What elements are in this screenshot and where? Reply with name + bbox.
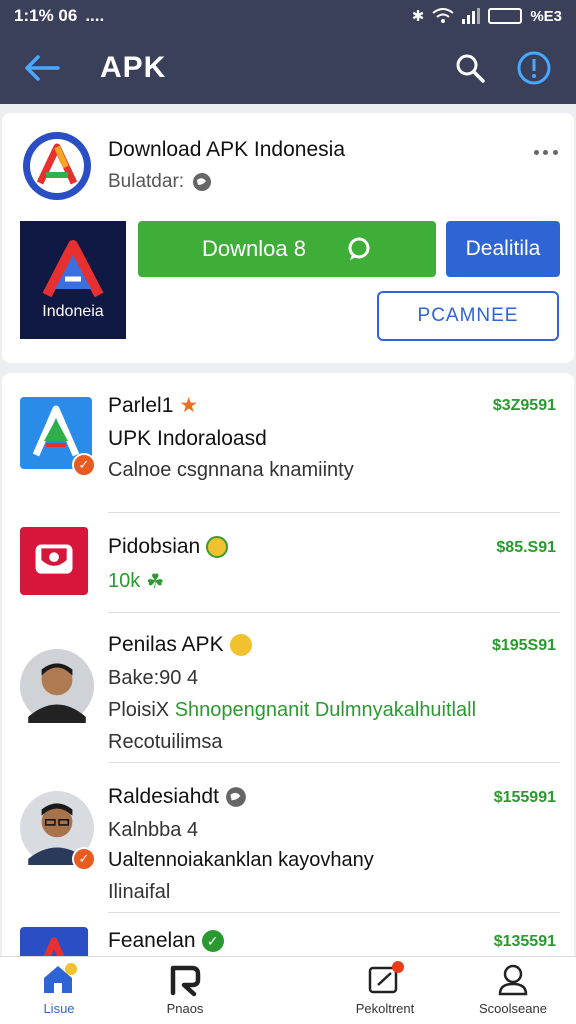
featured-title: Download APK Indonesia bbox=[108, 138, 345, 161]
list-item-meta: Recotuilimsa bbox=[108, 731, 223, 753]
nav-item-home[interactable]: Lisue bbox=[4, 963, 114, 1023]
list-item[interactable]: Pidobsian 10k ☘ $85.S91 bbox=[2, 513, 574, 613]
list-item-subtitle: Kalnbba 4 bbox=[108, 819, 199, 841]
info-button[interactable] bbox=[510, 44, 558, 92]
dot-icon bbox=[534, 149, 540, 155]
nav-item-apps[interactable]: Pnaos bbox=[130, 963, 240, 1023]
back-button[interactable] bbox=[18, 44, 66, 92]
verified-badge-icon: ✓ bbox=[72, 847, 96, 871]
wifi-icon bbox=[432, 8, 454, 23]
list-item-price: $85.S91 bbox=[496, 539, 556, 556]
emoji-icon bbox=[206, 536, 229, 558]
list-item-title-text: Penilas APK bbox=[108, 633, 224, 656]
list-item-downloads-text: 10k bbox=[108, 570, 141, 592]
verified-badge-icon: ✓ bbox=[72, 453, 96, 477]
notification-dot-icon bbox=[392, 961, 404, 973]
bluetooth-icon: ✱ bbox=[411, 8, 425, 25]
featured-card[interactable]: Download APK Indonesia Bulatdar: Indonei… bbox=[2, 113, 574, 363]
battery-label: %E3 bbox=[530, 7, 562, 25]
arrow-left-icon bbox=[25, 55, 60, 81]
edit-icon-wrap bbox=[367, 961, 404, 997]
list-item-title: Pidobsian bbox=[108, 535, 229, 559]
status-bar: 1:1% 06 .... ✱ %E3 bbox=[0, 0, 576, 32]
app-icon bbox=[20, 527, 89, 596]
chat-icon bbox=[348, 237, 370, 260]
home-icon-wrap bbox=[41, 963, 77, 997]
signal-icon bbox=[462, 8, 481, 24]
leaf-icon: ☘ bbox=[146, 571, 165, 593]
list-item-description: Calnoe csgnnana knamiinty bbox=[108, 459, 354, 481]
notification-dot-icon bbox=[65, 963, 77, 975]
dot-icon bbox=[552, 149, 558, 155]
list-item-title: Feanelan ✓ bbox=[108, 929, 224, 953]
status-time: 1:1% 06 bbox=[14, 6, 78, 25]
star-icon: ★ bbox=[179, 394, 199, 417]
more-options-button[interactable] bbox=[532, 140, 560, 164]
download-label: Downloa 8 bbox=[202, 236, 306, 261]
list-item-meta: Ilinaifal bbox=[108, 881, 171, 903]
featured-banner[interactable]: Indoneia bbox=[20, 221, 126, 339]
list-item-title-text: Pidobsian bbox=[108, 535, 201, 558]
list-item-title: Penilas APK bbox=[108, 633, 252, 657]
detail-button[interactable]: Dealitila bbox=[446, 221, 560, 277]
bottom-nav: Lisue Pnaos Pekoltrent Scoolseane bbox=[0, 956, 576, 1024]
avatar bbox=[20, 649, 94, 723]
nav-item-content[interactable]: Pekoltrent bbox=[330, 961, 440, 1023]
list-item[interactable]: ✓ Raldesiahdt Kalnbba 4 Ualtennoiakankla… bbox=[2, 763, 574, 913]
globe-icon bbox=[193, 173, 212, 191]
featured-subtitle-text: Bulatdar: bbox=[108, 171, 185, 192]
dot-icon bbox=[543, 149, 549, 155]
secondary-action-button[interactable]: PCAMNEE bbox=[377, 291, 559, 341]
list-item-price: $3Z9591 bbox=[492, 397, 556, 414]
nav-label: Pnaos bbox=[166, 1001, 204, 1016]
list-item-price: $135591 bbox=[493, 933, 556, 950]
info-icon bbox=[517, 51, 551, 85]
app-list: ✓ Parlel1 ★ UPK Indoraloasd Calnoe csgnn… bbox=[2, 373, 574, 973]
list-item-title: Parlel1 ★ bbox=[108, 393, 198, 418]
list-item-price: $195S91 bbox=[491, 637, 556, 654]
list-item-subtitle: Bake:90 4 bbox=[108, 667, 199, 689]
list-item-price: $155991 bbox=[493, 789, 556, 806]
list-item-title-text: Feanelan bbox=[108, 929, 196, 952]
globe-icon bbox=[226, 787, 246, 807]
list-item-title-text: Parlel1 bbox=[108, 393, 174, 417]
list-item-description-highlight: Shnopengnanit Dulmnyakalhuitlall bbox=[174, 699, 477, 721]
indonesia-logo-icon bbox=[42, 240, 104, 298]
list-item[interactable]: Penilas APK Bake:90 4 PloisiX Shnopengna… bbox=[2, 613, 574, 763]
apps-icon bbox=[170, 965, 201, 997]
page-title: APK bbox=[100, 51, 167, 84]
list-item-title: Raldesiahdt bbox=[108, 785, 247, 809]
verified-check-icon: ✓ bbox=[201, 930, 224, 952]
nav-label: Lisue bbox=[43, 1001, 75, 1016]
featured-subtitle: Bulatdar: bbox=[108, 171, 212, 193]
search-icon bbox=[456, 54, 485, 83]
list-item-description: PloisiX Shnopengnanit Dulmnyakalhuitlall bbox=[108, 699, 476, 722]
search-button[interactable] bbox=[446, 44, 494, 92]
list-item-title-text: Raldesiahdt bbox=[108, 785, 219, 808]
apk-logo-icon bbox=[23, 132, 91, 200]
nav-label: Scoolseane bbox=[479, 1001, 547, 1016]
list-item-downloads: 10k ☘ bbox=[108, 569, 164, 594]
user-icon bbox=[498, 964, 528, 996]
app-bar: APK bbox=[0, 32, 576, 104]
download-button[interactable]: Downloa 8 bbox=[138, 221, 436, 277]
nav-label: Pekoltrent bbox=[355, 1001, 415, 1016]
battery-icon bbox=[488, 8, 523, 24]
emoji-icon bbox=[229, 634, 252, 656]
list-item-description-prefix: PloisiX bbox=[108, 699, 170, 721]
nav-item-account[interactable]: Scoolseane bbox=[458, 963, 568, 1023]
status-dots: .... bbox=[85, 6, 105, 25]
list-item-subtitle: UPK Indoraloasd bbox=[108, 427, 267, 450]
list-item-description: Ualtennoiakanklan kayovhany bbox=[108, 849, 374, 871]
banner-label: Indoneia bbox=[42, 303, 104, 320]
list-item[interactable]: ✓ Parlel1 ★ UPK Indoraloasd Calnoe csgnn… bbox=[2, 373, 574, 513]
